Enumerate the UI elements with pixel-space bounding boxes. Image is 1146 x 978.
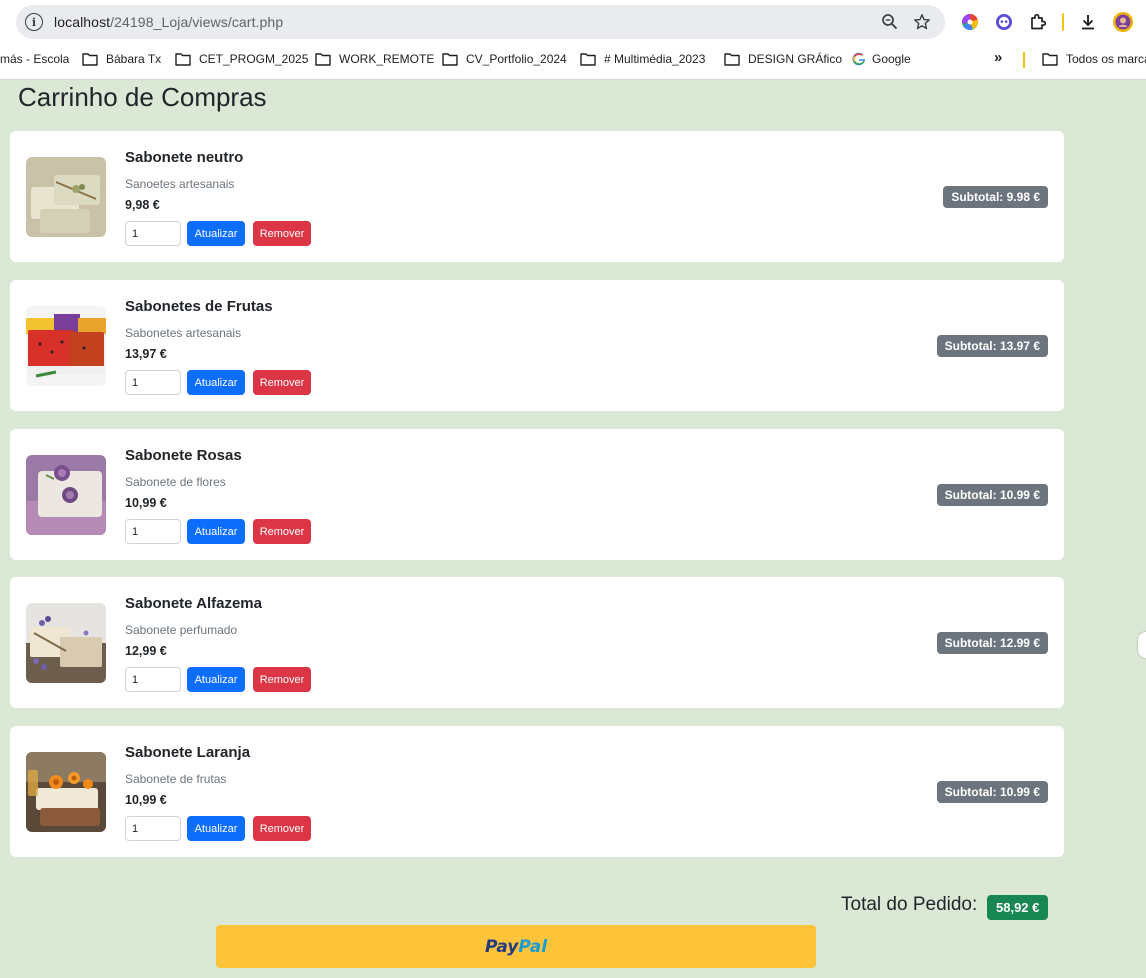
product-description: Sabonete perfumado <box>125 623 238 637</box>
bookmark-label: WORK_REMOTE <box>339 52 435 66</box>
extensions-puzzle-icon[interactable] <box>1028 12 1048 32</box>
url-path: /24198_Loja/views/cart.php <box>110 14 284 30</box>
subtotal-badge: Subtotal: 9.98 € <box>943 186 1048 208</box>
bookmark-cet[interactable]: CET_PROGM_2025 <box>175 46 308 72</box>
product-description: Sabonetes artesanais <box>125 326 242 340</box>
all-bookmarks-folder[interactable]: Todos os marca <box>1042 46 1146 72</box>
folder-icon <box>82 52 98 66</box>
browser-chrome: i localhost/24198_Loja/views/cart.php má… <box>0 0 1146 80</box>
remove-button[interactable]: Remover <box>253 519 311 544</box>
remove-button[interactable]: Remover <box>253 370 311 395</box>
product-name: Sabonete Rosas <box>125 447 242 464</box>
page-title: Carrinho de Compras <box>18 82 267 112</box>
quantity-input[interactable] <box>125 519 181 544</box>
color-picker-extension-icon[interactable] <box>960 12 980 32</box>
bookmark-multimedia[interactable]: # Multimédia_2023 <box>580 46 705 72</box>
subtotal-badge: Subtotal: 10.99 € <box>936 484 1048 506</box>
product-name: Sabonetes de Frutas <box>125 298 273 315</box>
google-icon <box>852 52 866 66</box>
product-image <box>26 455 106 535</box>
bookmark-label: DESIGN GRÁfico <box>748 52 843 66</box>
paypal-logo-pal: Pal <box>518 936 548 957</box>
update-button[interactable]: Atualizar <box>187 370 245 395</box>
quantity-input[interactable] <box>125 370 181 395</box>
bookmark-star-icon[interactable] <box>913 13 931 31</box>
bookmark-label: Bábara Tx <box>106 52 162 66</box>
bookmark-label: más - Escola <box>0 52 70 66</box>
product-description: Sabonete de frutas <box>125 772 227 786</box>
bookmarks-separator <box>1023 52 1025 68</box>
product-price: 10,99 € <box>125 793 167 807</box>
cart-item: Sabonete neutro Sanoetes artesanais 9,98… <box>10 131 1064 262</box>
order-total-label: Total do Pedido: <box>841 894 978 915</box>
folder-icon <box>1042 52 1058 66</box>
bookmark-label: # Multimédia_2023 <box>604 52 706 66</box>
product-image <box>26 157 106 237</box>
subtotal-badge: Subtotal: 12.99 € <box>936 632 1048 654</box>
zoom-icon[interactable] <box>881 13 899 31</box>
remove-button[interactable]: Remover <box>253 816 311 841</box>
bookmark-escola[interactable]: más - Escola <box>0 46 69 72</box>
product-price: 13,97 € <box>125 347 167 361</box>
quantity-input[interactable] <box>125 816 181 841</box>
update-button[interactable]: Atualizar <box>187 519 245 544</box>
bookmark-google[interactable]: Google <box>852 46 911 72</box>
profile-avatar-icon[interactable] <box>1112 11 1134 33</box>
product-description: Sanoetes artesanais <box>125 177 235 191</box>
product-description: Sabonete de flores <box>125 475 226 489</box>
bookmark-babara[interactable]: Bábara Tx <box>82 46 161 72</box>
order-total-badge: 58,92 € <box>987 895 1049 920</box>
side-panel-handle[interactable] <box>1138 632 1146 658</box>
quantity-input[interactable] <box>125 221 181 246</box>
toolbar-separator <box>1062 13 1064 31</box>
paypal-button[interactable]: Pay Pal <box>216 925 816 968</box>
folder-icon <box>580 52 596 66</box>
face-extension-icon[interactable] <box>994 12 1014 32</box>
cart-item: Sabonetes de Frutas Sabonetes artesanais… <box>10 280 1064 411</box>
folder-icon <box>315 52 331 66</box>
update-button[interactable]: Atualizar <box>187 667 245 692</box>
product-image <box>26 603 106 683</box>
update-button[interactable]: Atualizar <box>187 816 245 841</box>
url-host: localhost <box>54 14 111 30</box>
folder-icon <box>442 52 458 66</box>
subtotal-badge: Subtotal: 10.99 € <box>936 781 1048 803</box>
bookmark-label: CV_Portfolio_2024 <box>466 52 567 66</box>
bookmark-design[interactable]: DESIGN GRÁfico <box>724 46 842 72</box>
product-price: 9,98 € <box>125 198 160 212</box>
url-text[interactable]: localhost/24198_Loja/views/cart.php <box>54 14 283 30</box>
subtotal-badge: Subtotal: 13.97 € <box>936 335 1048 357</box>
bookmark-work-remote[interactable]: WORK_REMOTE <box>315 46 434 72</box>
product-image <box>26 752 106 832</box>
product-price: 12,99 € <box>125 644 167 658</box>
folder-icon <box>175 52 191 66</box>
bookmarks-bar: más - Escola Bábara Tx CET_PROGM_2025 WO… <box>0 46 1146 72</box>
product-name: Sabonete Laranja <box>125 744 251 761</box>
bookmark-label: Google <box>872 52 911 66</box>
remove-button[interactable]: Remover <box>253 667 311 692</box>
product-price: 10,99 € <box>125 496 167 510</box>
address-bar[interactable]: i localhost/24198_Loja/views/cart.php <box>16 5 945 39</box>
more-bookmarks-button[interactable]: » <box>994 49 1002 66</box>
cart-item: Sabonete Alfazema Sabonete perfumado 12,… <box>10 577 1064 708</box>
product-name: Sabonete neutro <box>125 149 244 166</box>
product-image <box>26 306 106 386</box>
bookmark-label: CET_PROGM_2025 <box>199 52 309 66</box>
cart-item: Sabonete Rosas Sabonete de flores 10,99 … <box>10 429 1064 560</box>
paypal-logo-pay: Pay <box>484 936 519 957</box>
download-icon[interactable] <box>1078 12 1098 32</box>
bookmark-cv-portfolio[interactable]: CV_Portfolio_2024 <box>442 46 567 72</box>
update-button[interactable]: Atualizar <box>187 221 245 246</box>
folder-icon <box>724 52 740 66</box>
bookmark-label: Todos os marca <box>1066 52 1146 66</box>
quantity-input[interactable] <box>125 667 181 692</box>
cart-item: Sabonete Laranja Sabonete de frutas 10,9… <box>10 726 1064 857</box>
product-name: Sabonete Alfazema <box>125 595 262 612</box>
remove-button[interactable]: Remover <box>253 221 311 246</box>
site-info-icon[interactable]: i <box>25 13 43 31</box>
